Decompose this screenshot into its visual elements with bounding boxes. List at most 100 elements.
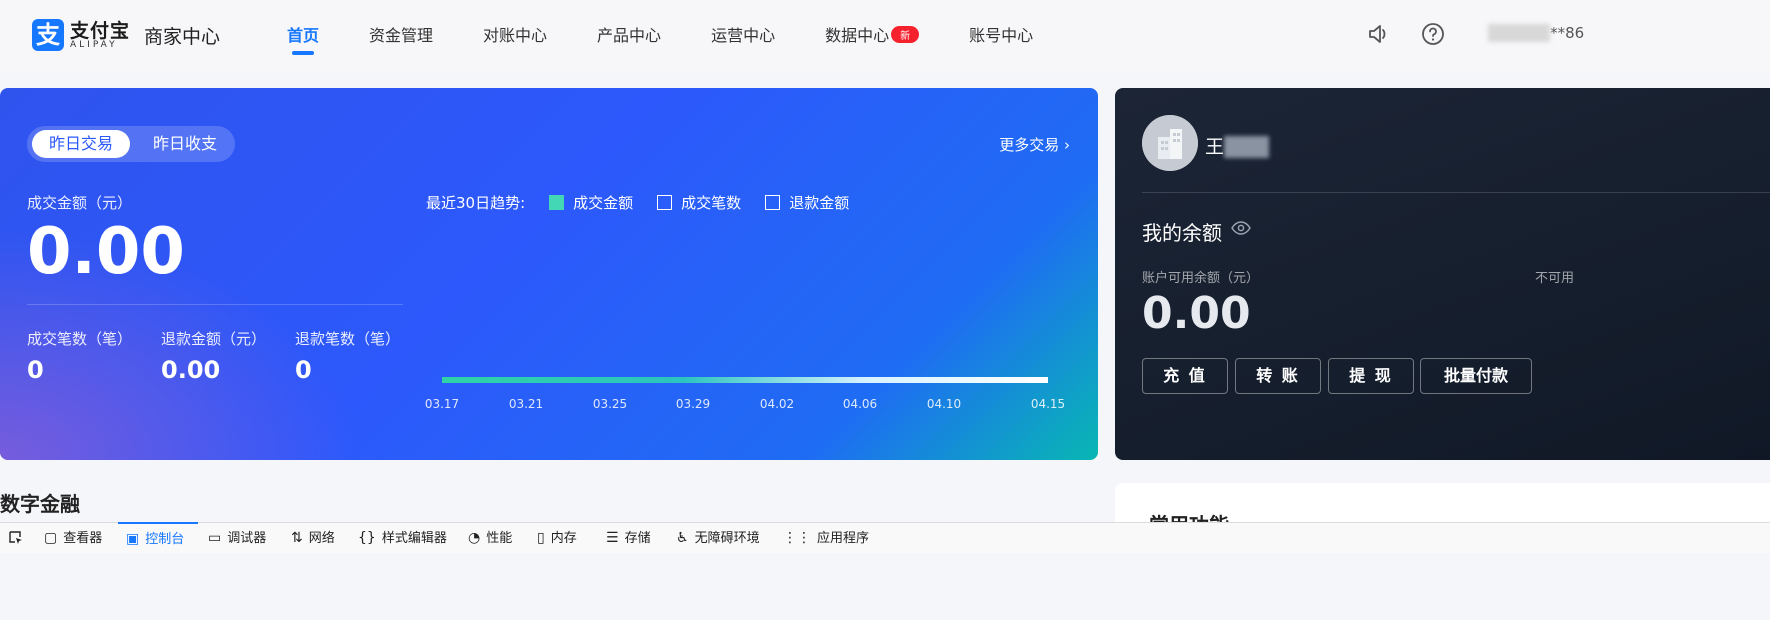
top-navigation-bar: 支 支付宝 ALIPAY 商家中心 首页 资金管理 对账中心 产品中心 运营中心… <box>0 0 1770 72</box>
refund-amount-label: 退款金额（元） <box>161 330 267 348</box>
legend-refund[interactable]: 退款金额 <box>765 192 849 213</box>
network-icon: ⇅ <box>291 530 303 546</box>
x-tick: 04.15 <box>1030 397 1066 411</box>
element-picker-icon[interactable] <box>8 530 24 546</box>
amount-value: 0.00 <box>27 215 185 289</box>
more-trades-link[interactable]: 更多交易 › <box>999 134 1070 155</box>
devtools-tab-label: 控制台 <box>145 532 185 547</box>
legend-count-label: 成交笔数 <box>681 194 742 212</box>
tab-yesterday-income[interactable]: 昨日收支 <box>139 130 231 158</box>
help-icon[interactable] <box>1419 20 1447 48</box>
trade-count-label: 成交笔数（笔） <box>27 330 133 348</box>
x-tick: 03.25 <box>592 397 628 411</box>
devtools-tab-inspector[interactable]: ▢ 查看器 <box>44 523 102 553</box>
unavailable-balance-label: 不可用 <box>1535 271 1575 286</box>
speaker-icon[interactable] <box>1364 20 1392 48</box>
blurred-name: xxxx <box>1224 136 1269 158</box>
nav-operations[interactable]: 运营中心 <box>711 22 775 46</box>
inspector-icon: ▢ <box>44 530 58 546</box>
devtools-tab-label: 网络 <box>308 531 335 546</box>
legend-amount[interactable]: 成交金额 <box>549 192 633 213</box>
app-name: 商家中心 <box>144 26 221 48</box>
x-tick: 04.10 <box>926 397 962 411</box>
legend-refund-label: 退款金额 <box>789 194 850 212</box>
recharge-button[interactable]: 充 值 <box>1142 358 1228 394</box>
tab-yesterday-trades[interactable]: 昨日交易 <box>32 130 130 158</box>
account-balance-card: 王xxxx 我的余额 账户可用余额（元） 不可用 0.00 充 值 转 账 提 … <box>1115 88 1770 460</box>
checkbox-checked-icon[interactable] <box>549 195 565 210</box>
stats-divider <box>27 304 403 305</box>
checkbox-icon[interactable] <box>657 195 673 210</box>
blurred-username: xxxxxxx <box>1488 24 1551 42</box>
x-tick: 04.02 <box>759 397 795 411</box>
refund-count-value: 0 <box>295 356 312 384</box>
nav-products[interactable]: 产品中心 <box>597 22 661 46</box>
building-avatar-icon[interactable] <box>1142 115 1198 171</box>
trade-summary-card: 昨日交易 昨日收支 更多交易 › 成交金额（元） 0.00 成交笔数（笔） 0 … <box>0 88 1098 460</box>
accessibility-icon: ♿ <box>676 530 689 546</box>
nav-data-label: 数据中心 <box>825 26 890 45</box>
nav-account[interactable]: 账号中心 <box>969 22 1033 46</box>
nav-home[interactable]: 首页 <box>287 22 319 55</box>
devtools-tab-label: 存储 <box>624 531 651 546</box>
lower-background <box>0 552 1770 620</box>
devtools-tab-label: 查看器 <box>63 531 103 546</box>
devtools-tab-style-editor[interactable]: {} 样式编辑器 <box>358 523 447 553</box>
main-nav: 首页 资金管理 对账中心 产品中心 运营中心 数据中心新 账号中心 <box>287 22 1083 55</box>
nav-reconciliation[interactable]: 对账中心 <box>483 22 547 46</box>
gauge-icon: ◔ <box>468 530 481 546</box>
transfer-button[interactable]: 转 账 <box>1235 358 1321 394</box>
devtools-tab-accessibility[interactable]: ♿ 无障碍环境 <box>676 523 760 553</box>
account-divider <box>1142 192 1770 193</box>
trade-count-value: 0 <box>27 356 44 384</box>
devtools-tab-label: 内存 <box>550 531 577 546</box>
digital-finance-title: 数字金融 <box>0 492 80 516</box>
x-tick: 03.17 <box>424 397 460 411</box>
devtools-tab-debugger[interactable]: ▭ 调试器 <box>208 523 266 553</box>
logo-english-text: ALIPAY <box>70 40 118 50</box>
trend-label: 最近30日趋势: <box>426 194 526 212</box>
devtools-tab-label: 样式编辑器 <box>381 531 447 546</box>
devtools-tab-application[interactable]: ⋮⋮ 应用程序 <box>783 523 869 553</box>
legend-amount-label: 成交金额 <box>573 194 634 212</box>
x-tick: 03.21 <box>508 397 544 411</box>
user-account-name[interactable]: xxxxxxx**86 <box>1488 24 1584 42</box>
available-balance-label: 账户可用余额（元） <box>1142 271 1260 286</box>
storage-icon: ☰ <box>606 530 619 546</box>
devtools-tab-memory[interactable]: ▯ 内存 <box>537 523 577 553</box>
trend-legend: 最近30日趋势: 成交金额 成交笔数 退款金额 <box>426 192 849 213</box>
nav-data[interactable]: 数据中心新 <box>825 22 920 46</box>
account-name-text: 王 <box>1205 136 1225 158</box>
alipay-logo-icon[interactable]: 支 <box>32 19 64 51</box>
devtools-tab-console[interactable]: ▣ 控制台 <box>118 522 198 552</box>
new-badge: 新 <box>891 26 920 43</box>
refund-amount-value: 0.00 <box>161 356 221 384</box>
devtools-tab-label: 调试器 <box>227 531 267 546</box>
logo-text: 支付宝 <box>70 20 131 42</box>
amount-label: 成交金额（元） <box>27 194 133 212</box>
user-suffix: **86 <box>1550 24 1585 42</box>
console-icon: ▣ <box>126 531 140 547</box>
x-tick: 03.29 <box>675 397 711 411</box>
trade-tab-switch: 昨日交易 昨日收支 <box>27 126 235 162</box>
devtools-tab-label: 性能 <box>486 531 513 546</box>
checkbox-icon[interactable] <box>765 195 781 210</box>
nav-funds[interactable]: 资金管理 <box>369 22 433 46</box>
batch-pay-button[interactable]: 批量付款 <box>1420 358 1532 394</box>
debugger-icon: ▭ <box>208 530 222 546</box>
withdraw-button[interactable]: 提 现 <box>1328 358 1414 394</box>
grid-icon: ⋮⋮ <box>783 530 811 546</box>
legend-count[interactable]: 成交笔数 <box>657 192 741 213</box>
devtools-tab-network[interactable]: ⇅ 网络 <box>291 523 335 553</box>
devtools-tab-label: 无障碍环境 <box>694 531 760 546</box>
memory-icon: ▯ <box>537 530 545 546</box>
refund-count-label: 退款笔数（笔） <box>295 330 401 348</box>
available-balance-value: 0.00 <box>1142 288 1251 339</box>
devtools-tab-performance[interactable]: ◔ 性能 <box>468 523 512 553</box>
balance-title: 我的余额 <box>1142 221 1222 245</box>
account-holder-name: 王xxxx <box>1205 132 1269 159</box>
eye-icon[interactable] <box>1231 220 1251 236</box>
braces-icon: {} <box>358 530 376 546</box>
devtools-tab-storage[interactable]: ☰ 存储 <box>606 523 651 553</box>
x-tick: 04.06 <box>842 397 878 411</box>
